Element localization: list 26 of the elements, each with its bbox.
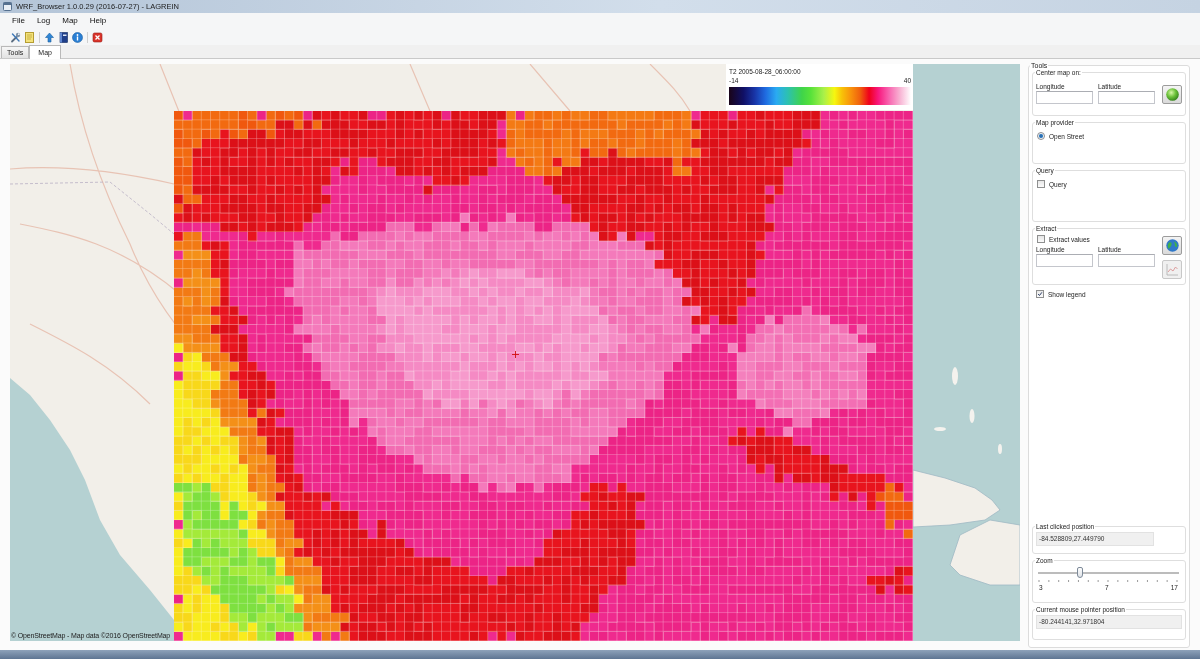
globe-icon <box>1165 239 1179 252</box>
coordinate-field[interactable] <box>1036 254 1093 267</box>
book-icon[interactable] <box>58 31 69 43</box>
note-icon[interactable] <box>24 31 35 43</box>
extract-button[interactable] <box>1162 236 1182 255</box>
coordinate-field[interactable] <box>1036 91 1093 104</box>
menu-item[interactable]: Help <box>84 15 112 27</box>
checkbox[interactable] <box>1036 290 1044 298</box>
center-map-button[interactable] <box>1162 85 1182 104</box>
ball-icon <box>1165 88 1179 101</box>
coordinate-field[interactable] <box>1098 91 1155 104</box>
app-icon <box>3 2 12 11</box>
chart-icon <box>1165 263 1179 276</box>
menu-item[interactable]: Log <box>31 15 56 27</box>
radio-button[interactable] <box>1037 132 1045 140</box>
menu-item[interactable]: Map <box>57 15 83 27</box>
close-icon[interactable] <box>92 31 103 43</box>
info-icon[interactable] <box>72 31 83 43</box>
crosshair-icon <box>512 351 519 358</box>
wrench-icon[interactable] <box>10 31 21 43</box>
menu-item[interactable]: File <box>7 15 30 27</box>
coordinate-field[interactable] <box>1098 254 1155 267</box>
up-arrow-icon[interactable] <box>44 31 55 43</box>
checkbox[interactable] <box>1037 235 1045 243</box>
slider-thumb[interactable] <box>1077 567 1084 578</box>
checkbox[interactable] <box>1037 180 1045 188</box>
